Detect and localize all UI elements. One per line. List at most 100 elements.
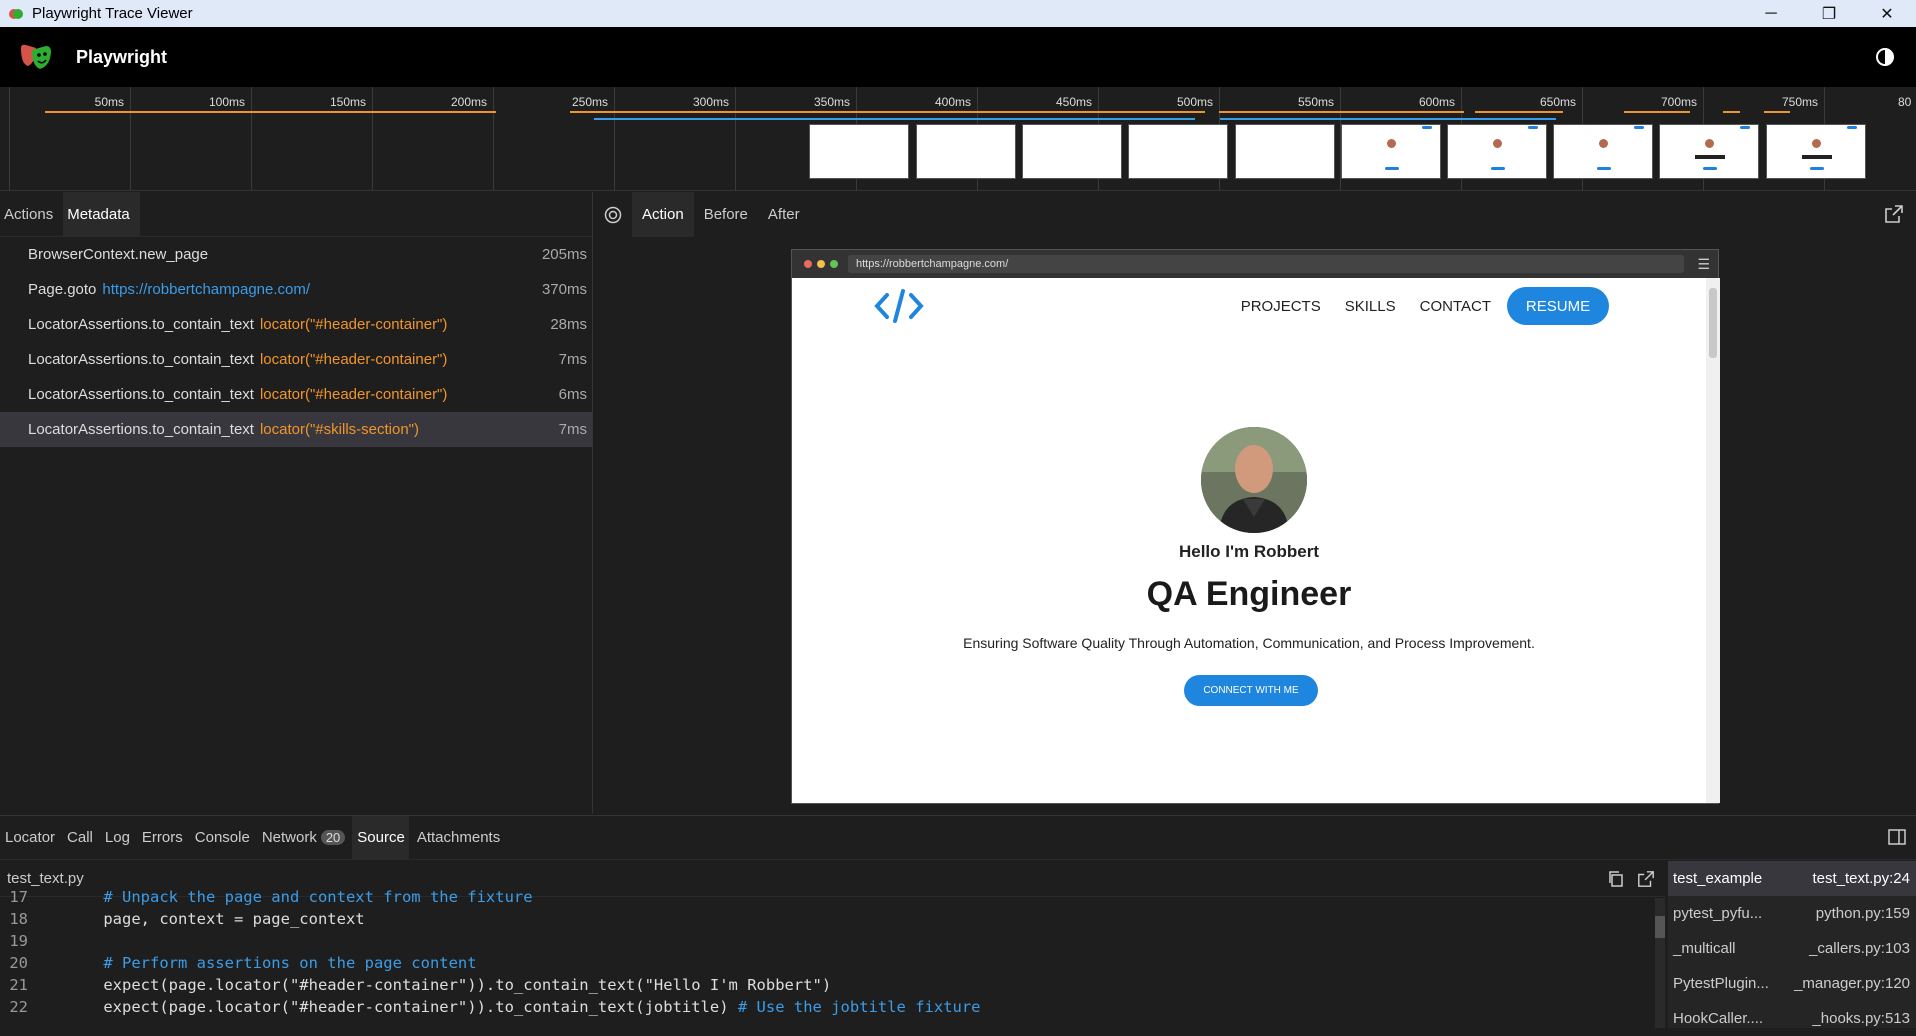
stack-function: _multicall [1673,940,1736,957]
action-row[interactable]: LocatorAssertions.to_contain_text locator… [0,377,592,412]
code-text: expect(page.locator("#header-container")… [66,998,738,1016]
timeline-thumbnail[interactable] [1766,124,1866,179]
stack-frame[interactable]: HookCaller.... _hooks.py:513 [1668,1001,1916,1036]
timeline-thumbnail[interactable] [1553,124,1653,179]
mini-avatar [1387,139,1396,148]
tab-metadata[interactable]: Metadata [63,191,140,237]
line-text: # Unpack the page and context from the f… [28,888,533,906]
mini-nav [1528,126,1538,129]
timeline-tick-label: 350ms [813,95,850,109]
mini-avatar [1493,139,1502,148]
tab-call[interactable]: Call [62,816,97,860]
stack-frame[interactable]: pytest_pyfu... python.py:159 [1668,896,1916,931]
action-param: locator("#header-container") [259,316,448,333]
mini-button [1597,167,1611,170]
hero-tagline: Ensuring Software Quality Through Automa… [963,635,1535,651]
timeline-thumbnail[interactable] [809,124,909,179]
mini-button [1810,167,1824,170]
site-scrollbar[interactable] [1706,278,1720,803]
action-row[interactable]: LocatorAssertions.to_contain_text locator… [0,412,592,447]
mini-button [1385,167,1399,170]
site-scroll-thumb[interactable] [1709,288,1717,358]
stack-frame[interactable]: PytestPlugin... _manager.py:120 [1668,966,1916,1001]
code-line: 21 expect(page.locator("#header-containe… [0,974,1660,996]
timeline-bar [1475,111,1563,113]
stack-function: PytestPlugin... [1673,975,1769,992]
stack-frame[interactable]: _multicall _callers.py:103 [1668,931,1916,966]
open-external-icon[interactable] [1884,204,1904,224]
maximize-button[interactable]: ❐ [1800,0,1858,27]
action-name: LocatorAssertions.to_contain_text [28,386,254,403]
action-row[interactable]: BrowserContext.new_page 205ms [0,237,592,272]
action-row[interactable]: LocatorAssertions.to_contain_text locator… [0,342,592,377]
line-number: 20 [9,954,28,972]
hamburger-menu-icon[interactable]: ☰ [1697,256,1710,273]
timeline-thumbnail[interactable] [1022,124,1122,179]
minimize-dot-icon [817,260,825,268]
action-row[interactable]: LocatorAssertions.to_contain_text locator… [0,307,592,342]
timeline[interactable]: 50ms 100ms 150ms 200ms 250ms 300ms 350ms 400ms 4… [0,87,1916,191]
tab-log[interactable]: Log [100,816,134,860]
details-panel: Locator Call Log Errors Console Network 20 Sour… [0,815,1916,1028]
pick-locator-button[interactable] [594,192,632,237]
timeline-tick-label: 650ms [1539,95,1576,109]
timeline-thumbnail[interactable] [1235,124,1335,179]
timeline-tick-label: 80 [1898,95,1912,109]
mini-button [1703,167,1717,170]
action-param: https://robbertchampagne.com/ [102,281,311,298]
timeline-thumbnail[interactable] [1128,124,1228,179]
tab-console[interactable]: Console [190,816,254,860]
tab-label: Locator [5,829,56,846]
connect-button[interactable]: CONNECT WITH ME [1184,675,1318,706]
playwright-logo-icon [21,44,51,69]
timeline-thumbnail[interactable] [916,124,1016,179]
action-duration: 7ms [558,421,587,438]
code-text: # Unpack the page and context from the f… [66,888,533,906]
stack-frame[interactable]: test_example test_text.py:24 [1668,861,1916,896]
action-duration: 28ms [550,316,587,333]
resume-button[interactable]: RESUME [1507,287,1609,325]
tab-after[interactable]: After [758,192,810,237]
close-button[interactable]: ✕ [1858,0,1916,27]
action-row[interactable]: Page.goto https://robbertchampagne.com/37… [0,272,592,307]
tab-label: Network [261,829,317,846]
timeline-thumbnail[interactable] [1447,124,1547,179]
timeline-tick [493,87,494,190]
action-duration: 205ms [541,246,587,263]
tab-before[interactable]: Before [694,192,758,237]
code-scrollbar[interactable] [1655,898,1665,1028]
timeline-tick-label: 300ms [692,95,729,109]
code-scroll-thumb[interactable] [1655,916,1665,938]
tab-locator[interactable]: Locator [0,816,59,860]
stack-file: python.py:159 [1815,905,1910,922]
maximize-dot-icon [830,260,838,268]
timeline-thumbnail[interactable] [1341,124,1441,179]
timeline-tick [9,87,10,190]
timeline-bar [45,111,496,113]
timeline-thumbnail[interactable] [1659,124,1759,179]
timeline-tick-label: 150ms [329,95,366,109]
tab-actions[interactable]: Actions [0,192,63,237]
tab-action[interactable]: Action [632,192,694,237]
sidebar-toggle-icon[interactable] [1888,828,1906,846]
line-text: expect(page.locator("#header-container")… [28,998,980,1016]
tab-source[interactable]: Source [352,815,409,860]
tab-errors[interactable]: Errors [137,816,187,860]
hero-job-title: QA Engineer [1146,575,1352,613]
tab-label: Log [104,829,130,846]
source-code: 17 # Unpack the page and context from th… [0,886,1660,1016]
nav-skills[interactable]: SKILLS [1345,298,1396,315]
browser-chrome: https://robbertchampagne.com/ ☰ [792,250,1718,278]
action-name: LocatorAssertions.to_contain_text [28,351,254,368]
minimize-button[interactable]: ─ [1742,0,1800,27]
code-line: 19 [0,930,1660,952]
stack-function: test_example [1673,870,1763,887]
tab-network[interactable]: Network 20 [257,816,349,860]
stack-function: HookCaller.... [1673,1010,1764,1027]
timeline-tick-label: 50ms [94,95,124,109]
nav-projects[interactable]: PROJECTS [1241,298,1321,315]
code-logo-icon[interactable] [874,288,924,324]
nav-contact[interactable]: CONTACT [1420,298,1491,315]
theme-toggle-icon[interactable] [1874,46,1896,68]
tab-attachments[interactable]: Attachments [412,816,504,860]
